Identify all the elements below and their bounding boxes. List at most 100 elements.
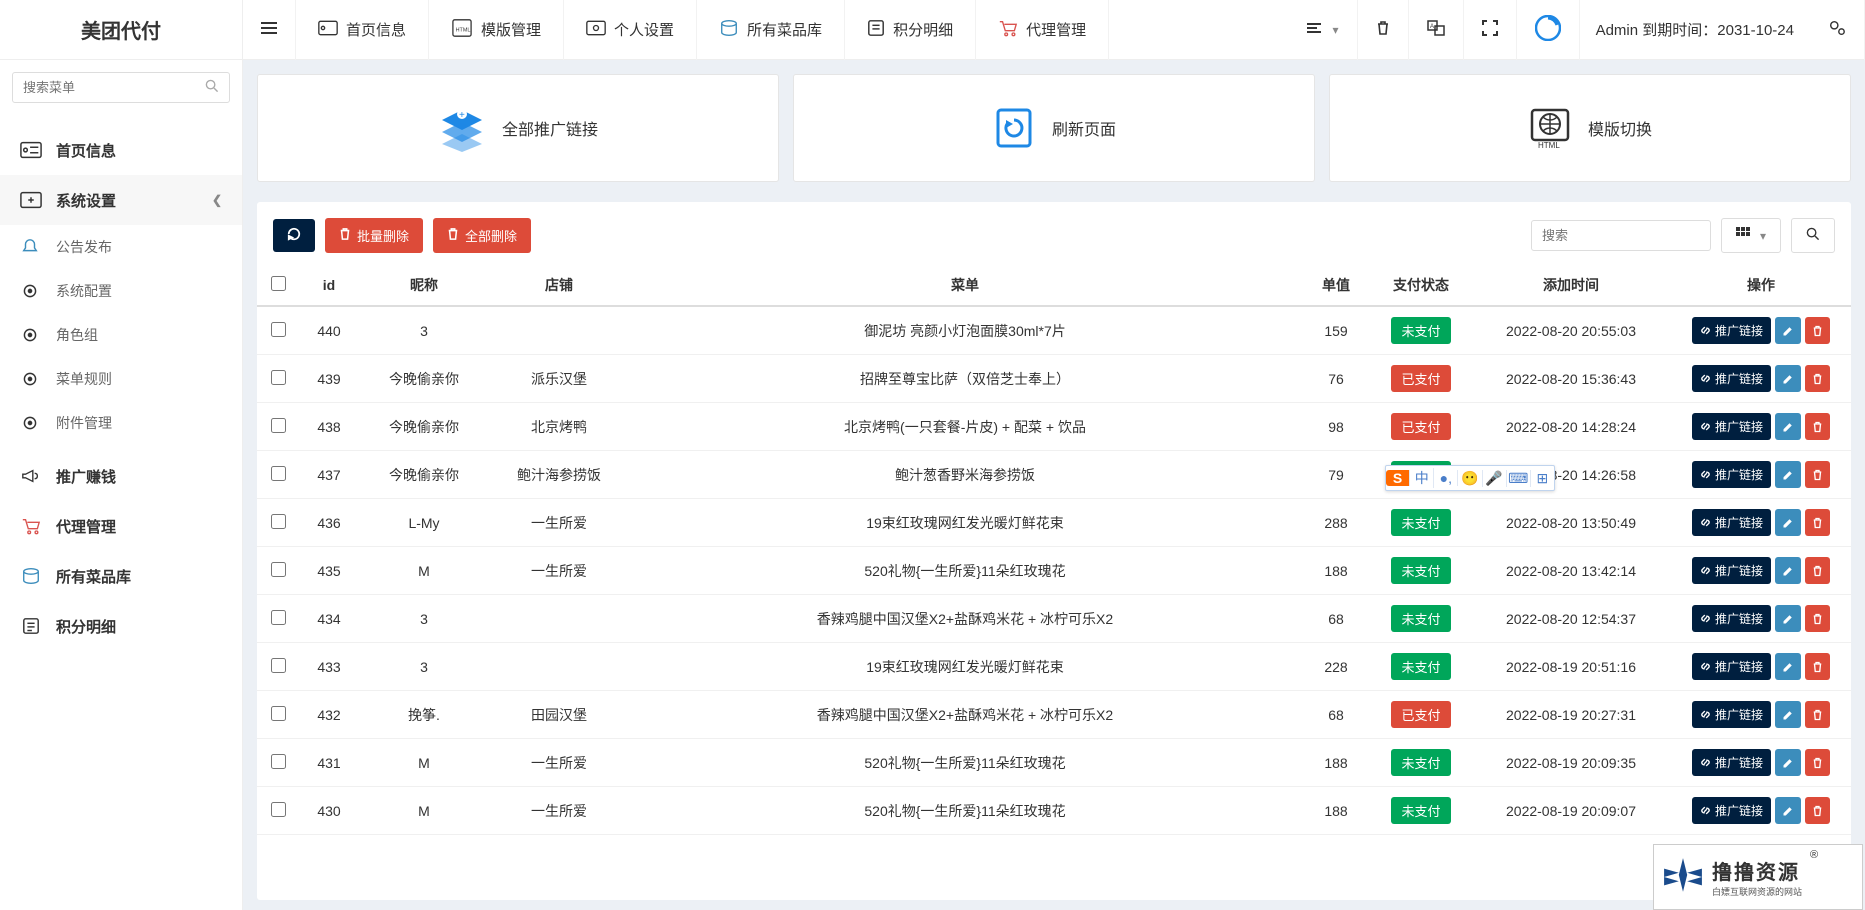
topbar-avatar[interactable] xyxy=(1517,0,1580,60)
col-menu[interactable]: 菜单 xyxy=(629,265,1301,306)
promo-link-button[interactable]: 推广链接 xyxy=(1692,605,1771,632)
row-checkbox[interactable] xyxy=(271,322,286,337)
edit-button[interactable] xyxy=(1775,461,1801,488)
columns-button[interactable]: ▾ xyxy=(1721,218,1781,253)
topbar-settings-button[interactable] xyxy=(1810,0,1865,60)
tab-allmenu[interactable]: 所有菜品库 xyxy=(697,0,845,60)
card-template-switch[interactable]: HTML 模版切换 xyxy=(1329,74,1851,182)
card-refresh[interactable]: 刷新页面 xyxy=(793,74,1315,182)
edit-button[interactable] xyxy=(1775,413,1801,440)
topbar-lines-button[interactable]: ▾ xyxy=(1289,0,1358,60)
topbar-lang-button[interactable]: A xyxy=(1409,0,1464,60)
row-checkbox[interactable] xyxy=(271,418,286,433)
col-nick[interactable]: 昵称 xyxy=(359,265,489,306)
sidebar-sub-menurule[interactable]: 菜单规则 xyxy=(0,357,242,401)
status-badge[interactable]: 未支付 xyxy=(1391,653,1450,680)
row-checkbox[interactable] xyxy=(271,802,286,817)
promo-link-button[interactable]: 推广链接 xyxy=(1692,509,1771,536)
promo-link-button[interactable]: 推广链接 xyxy=(1692,749,1771,776)
sidebar-sub-config[interactable]: 系统配置 xyxy=(0,269,242,313)
status-badge[interactable]: 未支付 xyxy=(1391,557,1450,584)
col-shop[interactable]: 店铺 xyxy=(489,265,629,306)
status-badge[interactable]: 未支付 xyxy=(1391,509,1450,536)
status-badge[interactable]: 未支付 xyxy=(1391,797,1450,824)
edit-button[interactable] xyxy=(1775,701,1801,728)
col-ops[interactable]: 操作 xyxy=(1671,265,1851,306)
promo-link-button[interactable]: 推广链接 xyxy=(1692,557,1771,584)
row-checkbox[interactable] xyxy=(271,562,286,577)
row-checkbox[interactable] xyxy=(271,466,286,481)
promo-link-button[interactable]: 推广链接 xyxy=(1692,317,1771,344)
sidebar-item-home[interactable]: 首页信息 xyxy=(0,125,242,175)
row-checkbox[interactable] xyxy=(271,706,286,721)
promo-link-button[interactable]: 推广链接 xyxy=(1692,365,1771,392)
menu-toggle-button[interactable] xyxy=(243,0,296,60)
sidebar-search[interactable] xyxy=(12,72,230,103)
sidebar-sub-announce[interactable]: 公告发布 xyxy=(0,225,242,269)
refresh-button[interactable] xyxy=(273,219,315,252)
tab-template[interactable]: HTML模版管理 xyxy=(429,0,564,60)
edit-button[interactable] xyxy=(1775,557,1801,584)
card-all-promo-links[interactable]: + 全部推广链接 xyxy=(257,74,779,182)
topbar-fullscreen-button[interactable] xyxy=(1464,0,1517,60)
status-badge[interactable]: 已支付 xyxy=(1391,365,1450,392)
delete-button[interactable] xyxy=(1805,461,1830,488)
delete-button[interactable] xyxy=(1805,701,1830,728)
sidebar-item-points[interactable]: 积分明细 xyxy=(0,601,242,651)
tab-agent[interactable]: 代理管理 xyxy=(976,0,1109,60)
sidebar-item-allmenu[interactable]: 所有菜品库 xyxy=(0,551,242,601)
ime-grid[interactable]: ⊞ xyxy=(1531,470,1554,487)
promo-link-button[interactable]: 推广链接 xyxy=(1692,413,1771,440)
select-all-checkbox[interactable] xyxy=(271,276,286,291)
col-id[interactable]: id xyxy=(299,265,359,306)
delete-button[interactable] xyxy=(1805,749,1830,776)
col-addtime[interactable]: 添加时间 xyxy=(1471,265,1671,306)
sidebar-sub-attach[interactable]: 附件管理 xyxy=(0,401,242,445)
col-paystatus[interactable]: 支付状态 xyxy=(1371,265,1471,306)
col-price[interactable]: 单值 xyxy=(1301,265,1371,306)
delete-button[interactable] xyxy=(1805,413,1830,440)
status-badge[interactable]: 未支付 xyxy=(1391,605,1450,632)
sidebar-item-agent[interactable]: 代理管理 xyxy=(0,501,242,551)
tab-points[interactable]: 积分明细 xyxy=(845,0,976,60)
table-search-input[interactable] xyxy=(1531,220,1711,251)
edit-button[interactable] xyxy=(1775,605,1801,632)
promo-link-button[interactable]: 推广链接 xyxy=(1692,797,1771,824)
tab-home[interactable]: 首页信息 xyxy=(296,0,429,60)
status-badge[interactable]: 已支付 xyxy=(1391,413,1450,440)
ime-voice[interactable]: 🎤 xyxy=(1483,470,1507,487)
delete-button[interactable] xyxy=(1805,509,1830,536)
edit-button[interactable] xyxy=(1775,653,1801,680)
search-button[interactable] xyxy=(1791,218,1835,253)
tab-personal[interactable]: 个人设置 xyxy=(564,0,697,60)
row-checkbox[interactable] xyxy=(271,658,286,673)
ime-lang[interactable]: 中 xyxy=(1410,468,1434,488)
edit-button[interactable] xyxy=(1775,797,1801,824)
promo-link-button[interactable]: 推广链接 xyxy=(1692,701,1771,728)
row-checkbox[interactable] xyxy=(271,514,286,529)
topbar-trash-button[interactable] xyxy=(1358,0,1409,60)
promo-link-button[interactable]: 推广链接 xyxy=(1692,653,1771,680)
edit-button[interactable] xyxy=(1775,365,1801,392)
delete-button[interactable] xyxy=(1805,365,1830,392)
ime-punct[interactable]: ●, xyxy=(1434,470,1458,486)
sidebar-item-promo[interactable]: 推广赚钱 xyxy=(0,451,242,501)
sidebar-search-input[interactable] xyxy=(23,80,205,95)
ime-keyboard[interactable]: ⌨ xyxy=(1507,470,1531,487)
delete-button[interactable] xyxy=(1805,557,1830,584)
delete-button[interactable] xyxy=(1805,317,1830,344)
promo-link-button[interactable]: 推广链接 xyxy=(1692,461,1771,488)
sidebar-item-system[interactable]: 系统设置 ❮ xyxy=(0,175,242,225)
row-checkbox[interactable] xyxy=(271,610,286,625)
status-badge[interactable]: 未支付 xyxy=(1391,317,1450,344)
delete-button[interactable] xyxy=(1805,653,1830,680)
ime-toolbar[interactable]: S 中 ●, 😶 🎤 ⌨ ⊞ xyxy=(1385,465,1555,491)
delete-button[interactable] xyxy=(1805,797,1830,824)
status-badge[interactable]: 未支付 xyxy=(1391,749,1450,776)
row-checkbox[interactable] xyxy=(271,754,286,769)
row-checkbox[interactable] xyxy=(271,370,286,385)
status-badge[interactable]: 已支付 xyxy=(1391,701,1450,728)
delete-button[interactable] xyxy=(1805,605,1830,632)
batch-delete-button[interactable]: 批量删除 xyxy=(325,218,423,253)
edit-button[interactable] xyxy=(1775,509,1801,536)
